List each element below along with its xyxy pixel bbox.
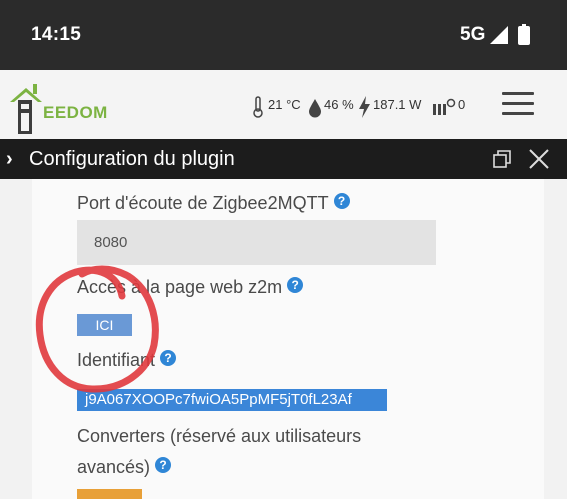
network-type: 5G bbox=[460, 24, 486, 45]
web-label-text: Accès à la page web z2m bbox=[77, 277, 283, 297]
heating-value: 0 bbox=[458, 97, 466, 112]
modal-title: Configuration du plugin bbox=[29, 148, 235, 170]
open-z2m-web-button[interactable]: ICI bbox=[77, 314, 132, 336]
converters-label-line2: avancés)? bbox=[77, 457, 172, 478]
converters-label-text: avancés) bbox=[77, 457, 151, 477]
modal-title-bar: › Configuration du plugin bbox=[0, 139, 567, 179]
port-label-text: Port d'écoute de Zigbee2MQTT bbox=[77, 193, 329, 213]
chevron-right-icon[interactable]: › bbox=[6, 148, 13, 171]
close-icon[interactable] bbox=[528, 148, 550, 170]
identifier-label-text: Identifiant bbox=[77, 350, 156, 370]
port-input[interactable] bbox=[77, 220, 436, 265]
converters-label-line1: Converters (réservé aux utilisateurs bbox=[77, 426, 362, 446]
web-access-label: Accès à la page web z2m? bbox=[77, 277, 304, 298]
humidity-value: 46 % bbox=[324, 97, 354, 112]
hamburger-menu-button[interactable] bbox=[502, 92, 534, 116]
logo-text: EEDOM bbox=[43, 103, 108, 122]
status-time: 14:15 bbox=[31, 24, 82, 45]
temperature-value: 21 °C bbox=[268, 97, 301, 112]
web-help-icon[interactable]: ? bbox=[287, 277, 304, 293]
battery-icon bbox=[518, 24, 530, 45]
lightning-icon bbox=[359, 96, 370, 118]
identifier-label: Identifiant? bbox=[77, 350, 177, 371]
status-bar: 14:15 5G bbox=[0, 0, 567, 70]
power-value: 187.1 W bbox=[373, 97, 422, 112]
port-help-icon[interactable]: ? bbox=[333, 193, 350, 209]
identifier-value[interactable]: j9A067XOOPc7fwiOA5PpMF5jT0fL23Af bbox=[77, 389, 387, 411]
converters-button[interactable] bbox=[77, 489, 142, 499]
radiator-icon bbox=[433, 98, 456, 115]
identifier-help-icon[interactable]: ? bbox=[160, 350, 177, 366]
restore-window-icon[interactable] bbox=[492, 149, 512, 169]
converters-help-icon[interactable]: ? bbox=[155, 457, 172, 473]
port-field-label: Port d'écoute de Zigbee2MQTT? bbox=[77, 193, 350, 214]
humidity-icon bbox=[309, 99, 321, 118]
thermometer-icon bbox=[253, 96, 263, 118]
signal-icon bbox=[490, 26, 508, 44]
